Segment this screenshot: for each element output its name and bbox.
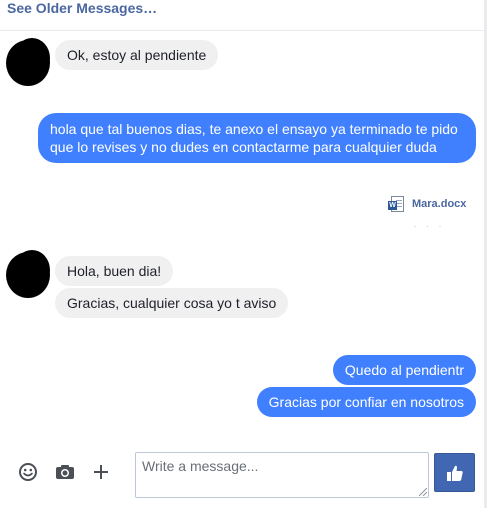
attachment-preview-placeholder: . . . <box>414 220 446 229</box>
camera-icon[interactable] <box>55 462 75 482</box>
message-bubble-outgoing: Quedo al pendientr <box>332 355 476 385</box>
attachment-filename: Mara.docx <box>412 198 467 210</box>
resize-handle-icon[interactable] <box>419 488 427 496</box>
message-bubble-incoming: Hola, buen dia! <box>55 256 174 286</box>
message-bubble-outgoing: hola que tal buenos dias, te anexo el en… <box>38 113 476 163</box>
message-bubble-incoming: Ok, estoy al pendiente <box>55 40 219 70</box>
message-bubble-outgoing: Gracias por confiar en nosotros <box>256 387 476 417</box>
attachment-file[interactable]: W Mara.docx <box>388 196 466 212</box>
thumbs-up-button[interactable] <box>434 453 475 492</box>
plus-icon[interactable] <box>91 462 111 482</box>
avatar[interactable] <box>6 250 50 298</box>
emoji-icon[interactable] <box>18 462 38 482</box>
divider <box>0 30 484 31</box>
see-older-messages-link[interactable]: See Older Messages… <box>7 0 157 16</box>
word-document-icon: W <box>388 196 405 212</box>
message-bubble-incoming: Gracias, cualquier cosa yo t aviso <box>55 288 289 318</box>
message-input[interactable] <box>135 452 429 498</box>
avatar[interactable] <box>6 38 50 86</box>
thumbs-up-icon <box>446 465 463 481</box>
